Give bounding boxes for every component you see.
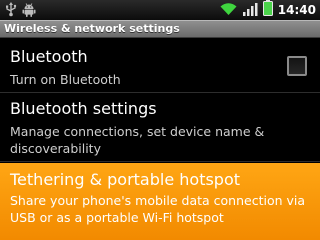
status-bar: 14:40 <box>0 0 320 21</box>
signal-icon <box>242 1 258 20</box>
screen-title-bar: Wireless & network settings <box>0 20 320 38</box>
setting-summary: Share your phone's mobile data connectio… <box>10 193 306 225</box>
setting-summary: Turn on Bluetooth <box>10 72 121 87</box>
setting-tethering-hotspot[interactable]: Tethering & portable hotspot Share your … <box>0 163 320 240</box>
battery-icon <box>262 0 273 20</box>
setting-bluetooth-settings[interactable]: Bluetooth settings Manage connections, s… <box>0 94 320 162</box>
setting-summary: Manage connections, set device name & di… <box>10 124 265 156</box>
bluetooth-checkbox[interactable] <box>287 56 307 76</box>
status-icons: 14:40 <box>220 0 316 20</box>
setting-title: Bluetooth settings <box>10 99 157 118</box>
page-title: Wireless & network settings <box>4 22 180 35</box>
setting-title: Bluetooth <box>10 47 88 66</box>
android-debug-icon <box>22 2 36 21</box>
setting-title: Tethering & portable hotspot <box>10 170 241 189</box>
clock: 14:40 <box>277 3 316 17</box>
usb-icon <box>5 2 17 21</box>
setting-bluetooth[interactable]: Bluetooth Turn on Bluetooth <box>0 41 320 93</box>
wifi-icon <box>220 1 237 20</box>
